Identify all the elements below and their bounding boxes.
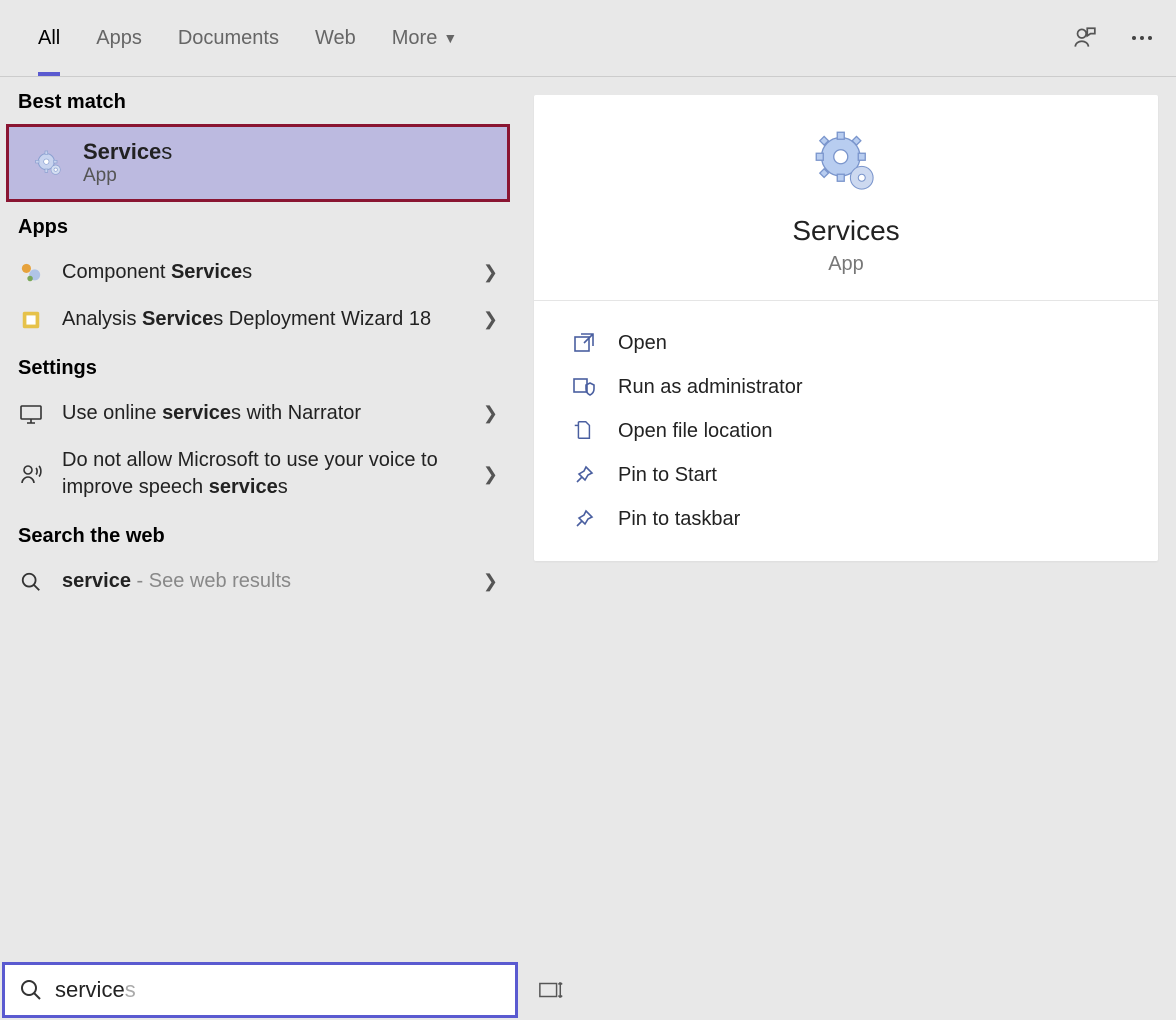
preview-subtitle: App (828, 253, 864, 276)
preview-title: Services (792, 215, 899, 247)
app-result-label: Component Services (62, 259, 465, 286)
chevron-right-icon: ❯ (483, 403, 498, 424)
setting-result-narrator[interactable]: Use online services with Narrator ❯ (0, 390, 516, 437)
action-run-admin[interactable]: Run as administrator (572, 365, 1120, 409)
web-result[interactable]: service - See web results ❯ (0, 558, 516, 605)
best-match-text: Services App (83, 139, 172, 187)
chevron-right-icon: ❯ (483, 309, 498, 330)
more-options-icon[interactable] (1128, 24, 1156, 52)
chevron-right-icon: ❯ (483, 464, 498, 485)
pin-icon (572, 463, 596, 487)
setting-result-label: Do not allow Microsoft to use your voice… (62, 447, 465, 501)
person-voice-icon (18, 461, 44, 487)
chevron-right-icon: ❯ (483, 262, 498, 283)
section-settings: Settings (0, 343, 516, 390)
taskbar-search-area: services (0, 960, 1176, 1020)
tab-more[interactable]: More ▼ (374, 0, 475, 76)
component-services-icon (18, 260, 44, 286)
action-label: Open (618, 332, 667, 355)
action-label: Open file location (618, 420, 773, 443)
task-view-icon[interactable] (538, 977, 564, 1003)
action-pin-start[interactable]: Pin to Start (572, 453, 1120, 497)
services-gear-icon (33, 147, 65, 179)
action-label: Run as administrator (618, 376, 803, 399)
web-result-label: service - See web results (62, 568, 465, 595)
setting-result-label: Use online services with Narrator (62, 400, 465, 427)
header-right (1070, 24, 1156, 52)
tab-apps[interactable]: Apps (78, 0, 160, 76)
action-open-location[interactable]: Open file location (572, 409, 1120, 453)
action-label: Pin to Start (618, 464, 717, 487)
action-open[interactable]: Open (572, 321, 1120, 365)
pin-taskbar-icon (572, 507, 596, 531)
action-pin-taskbar[interactable]: Pin to taskbar (572, 497, 1120, 541)
section-best-match: Best match (0, 77, 516, 124)
search-icon (18, 569, 44, 595)
open-icon (572, 331, 596, 355)
analysis-services-icon (18, 307, 44, 333)
app-result-label: Analysis Services Deployment Wizard 18 (62, 306, 465, 333)
search-header: All Apps Documents Web More ▼ (0, 0, 1176, 77)
tab-all[interactable]: All (20, 0, 78, 76)
search-input[interactable]: services (2, 962, 518, 1018)
search-icon (19, 978, 43, 1002)
best-match-title: Services (83, 139, 172, 165)
preview-actions: Open Run as administrator Open file loca… (534, 301, 1158, 561)
folder-icon (572, 419, 596, 443)
tab-documents[interactable]: Documents (160, 0, 297, 76)
shield-admin-icon (572, 375, 596, 399)
section-apps: Apps (0, 202, 516, 249)
tab-web[interactable]: Web (297, 0, 374, 76)
search-text: services (55, 977, 136, 1003)
action-label: Pin to taskbar (618, 508, 740, 531)
services-gear-icon-large (811, 127, 881, 197)
filter-tabs: All Apps Documents Web More ▼ (0, 0, 475, 76)
preview-header: Services App (534, 95, 1158, 301)
best-match-result[interactable]: Services App (6, 124, 510, 202)
results-panel: Best match Services App Apps Comp (0, 77, 516, 960)
feedback-icon[interactable] (1070, 24, 1098, 52)
preview-panel: Services App Open Run as administrator (516, 77, 1176, 960)
preview-card: Services App Open Run as administrator (534, 95, 1158, 561)
chevron-right-icon: ❯ (483, 571, 498, 592)
chevron-down-icon: ▼ (443, 30, 457, 46)
main-area: Best match Services App Apps Comp (0, 77, 1176, 960)
best-match-subtitle: App (83, 165, 172, 187)
tab-more-label: More (392, 27, 438, 50)
app-result-component-services[interactable]: Component Services ❯ (0, 249, 516, 296)
app-result-analysis-services[interactable]: Analysis Services Deployment Wizard 18 ❯ (0, 296, 516, 343)
monitor-icon (18, 401, 44, 427)
section-web: Search the web (0, 511, 516, 558)
setting-result-speech[interactable]: Do not allow Microsoft to use your voice… (0, 437, 516, 511)
